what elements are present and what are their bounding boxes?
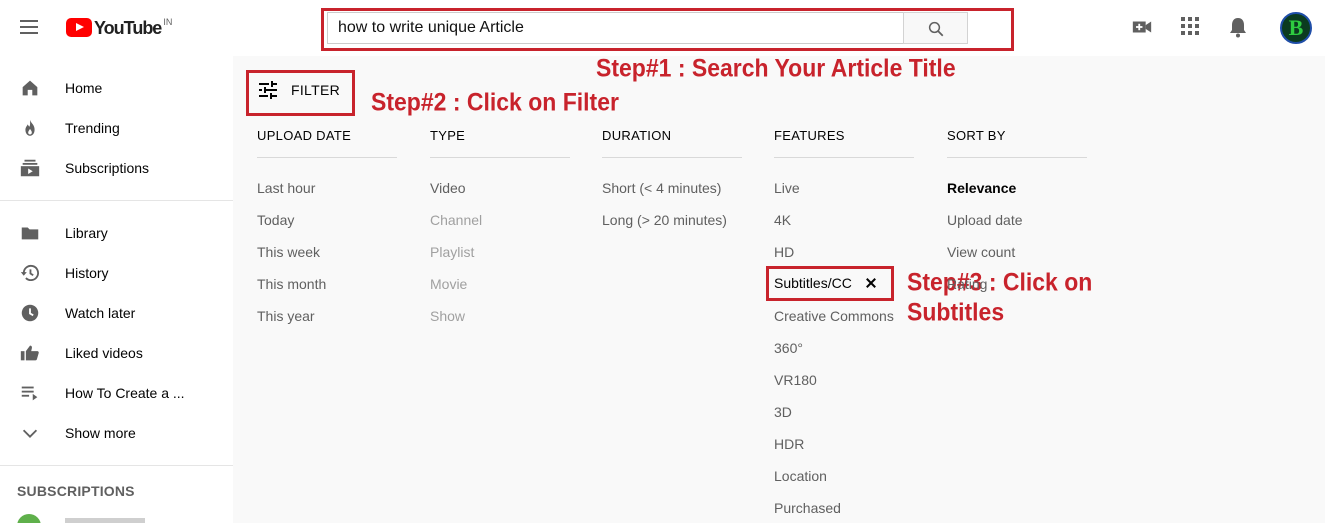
filter-option[interactable]: Last hour: [257, 178, 397, 210]
folder-icon: [21, 227, 39, 240]
filter-option[interactable]: Video: [430, 178, 570, 210]
filter-option[interactable]: Location: [774, 466, 914, 498]
clock-icon: [21, 304, 39, 322]
filter-option[interactable]: This month: [257, 274, 397, 306]
sidebar-item-liked-videos[interactable]: Liked videos: [0, 333, 233, 373]
logo-country: IN: [163, 17, 173, 27]
column-heading: TYPE: [430, 128, 570, 158]
filter-option[interactable]: VR180: [774, 370, 914, 402]
column-heading: UPLOAD DATE: [257, 128, 397, 158]
filter-option[interactable]: Playlist: [430, 242, 570, 274]
sidebar-item-watch-later[interactable]: Watch later: [0, 293, 233, 333]
filter-column-sort-by: SORT BY Relevance Upload date View count…: [947, 128, 1087, 306]
filter-option[interactable]: This week: [257, 242, 397, 274]
sidebar-divider: [0, 200, 233, 201]
filter-option[interactable]: Channel: [430, 210, 570, 242]
filter-button[interactable]: FILTER: [256, 78, 340, 102]
filter-option[interactable]: 360°: [774, 338, 914, 370]
channel-avatar[interactable]: [17, 514, 41, 523]
search-annotation-box: [321, 8, 1014, 51]
sidebar-item-subscriptions[interactable]: Subscriptions: [0, 148, 233, 188]
thumbs-up-icon: [20, 345, 39, 361]
sidebar-item-playlist[interactable]: How To Create a ...: [0, 373, 233, 413]
filter-column-type: TYPE Video Channel Playlist Movie Show: [430, 128, 570, 338]
sort-option[interactable]: Rating: [947, 274, 1087, 306]
tune-sliders-icon: [259, 81, 277, 99]
subscriptions-icon: [20, 159, 40, 177]
filter-option[interactable]: Creative Commons: [774, 306, 914, 338]
menu-icon[interactable]: [17, 17, 41, 41]
avatar[interactable]: B: [1280, 12, 1312, 44]
filter-option[interactable]: Movie: [430, 274, 570, 306]
home-icon: [22, 80, 38, 96]
sidebar-item-home[interactable]: Home: [0, 68, 233, 108]
filter-option[interactable]: Purchased: [774, 498, 914, 523]
filter-option[interactable]: 3D: [774, 402, 914, 434]
subscriptions-heading: SUBSCRIPTIONS: [17, 483, 135, 499]
sidebar-item-library[interactable]: Library: [0, 213, 233, 253]
filter-column-duration: DURATION Short (< 4 minutes) Long (> 20 …: [602, 128, 742, 242]
filter-option[interactable]: Today: [257, 210, 397, 242]
filter-option[interactable]: Live: [774, 178, 914, 210]
sort-option[interactable]: Upload date: [947, 210, 1087, 242]
column-heading: DURATION: [602, 128, 742, 158]
subtitles-annotation-box: [766, 266, 894, 301]
filter-option[interactable]: 4K: [774, 210, 914, 242]
filter-option[interactable]: Long (> 20 minutes): [602, 210, 742, 242]
playlist-icon: [21, 386, 38, 401]
sort-option[interactable]: View count: [947, 242, 1087, 274]
column-heading: SORT BY: [947, 128, 1087, 158]
filter-option[interactable]: This year: [257, 306, 397, 338]
step2-annotation: Step#2 : Click on Filter: [371, 88, 619, 117]
filter-option[interactable]: Show: [430, 306, 570, 338]
youtube-logo[interactable]: YouTube IN: [66, 17, 172, 39]
filter-column-upload-date: UPLOAD DATE Last hour Today This week Th…: [257, 128, 397, 338]
youtube-play-icon: [66, 18, 92, 37]
logo-text: YouTube: [94, 18, 162, 38]
chevron-down-icon: [22, 429, 38, 438]
column-heading: FEATURES: [774, 128, 914, 158]
sort-option-selected[interactable]: Relevance: [947, 178, 1087, 210]
sidebar-item-show-more[interactable]: Show more: [0, 413, 233, 453]
sidebar-divider: [0, 465, 233, 466]
create-video-icon[interactable]: [1131, 16, 1153, 38]
notifications-bell-icon[interactable]: [1228, 16, 1248, 38]
filter-column-features: FEATURES Live 4K HD Creative Commons 360…: [774, 128, 914, 523]
filter-option[interactable]: HDR: [774, 434, 914, 466]
step1-annotation: Step#1 : Search Your Article Title: [596, 54, 956, 83]
channel-name-peek[interactable]: [65, 518, 145, 523]
history-icon: [20, 264, 39, 281]
apps-grid-icon[interactable]: [1180, 16, 1200, 36]
filter-option[interactable]: Short (< 4 minutes): [602, 178, 742, 210]
sidebar: Home Trending Subscriptions Library Hist…: [0, 56, 233, 523]
sidebar-item-history[interactable]: History: [0, 253, 233, 293]
flame-icon: [25, 119, 35, 136]
sidebar-item-trending[interactable]: Trending: [0, 108, 233, 148]
